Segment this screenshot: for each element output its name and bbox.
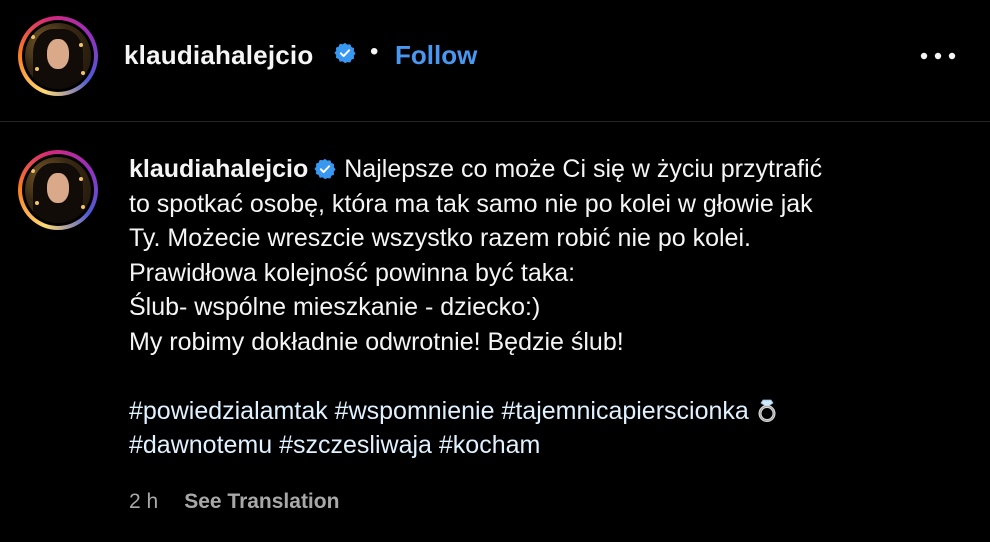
hashtags-line-2: #dawnotemu #szczesliwaja #kocham — [129, 428, 949, 463]
hashtag-link[interactable]: #szczesliwaja — [279, 431, 432, 459]
hashtag-link[interactable]: #wspomnienie — [335, 397, 495, 425]
caption-line-6: My robimy dokładnie odwrotnie! Będzie śl… — [129, 327, 624, 356]
verified-badge-icon — [334, 42, 356, 64]
hashtag-link[interactable]: #tajemnicapierscionka — [501, 397, 748, 425]
caption-avatar-story-ring[interactable] — [18, 150, 98, 230]
avatar — [25, 157, 91, 223]
caption-text: klaudiahalejcio Najlepsze co może Ci się … — [129, 152, 949, 463]
caption-username[interactable]: klaudiahalejcio — [129, 155, 308, 183]
follow-button[interactable]: Follow — [395, 40, 477, 71]
caption-line-3: Ty. Możecie wreszcie wszystko razem robi… — [129, 224, 751, 252]
hashtag-link[interactable]: #kocham — [439, 431, 540, 459]
ring-emoji-icon — [758, 399, 776, 422]
hashtag-link[interactable]: #dawnotemu — [129, 431, 272, 459]
verified-badge-icon — [314, 158, 336, 180]
header-divider — [0, 121, 990, 122]
caption-line-4: Prawidłowa kolejność powinna być taka: — [129, 258, 576, 287]
avatar — [25, 23, 91, 89]
more-options-icon[interactable] — [918, 44, 958, 68]
caption-line-2: to spotkać osobę, która ma tak samo nie … — [129, 189, 813, 218]
caption-line-5: Ślub- wspólne mieszkanie - dziecko:) — [129, 293, 541, 321]
timestamp[interactable]: 2 h — [129, 490, 158, 514]
hashtag-link[interactable]: #powiedzialamtak — [129, 397, 328, 425]
header-separator: • — [370, 38, 379, 65]
post-header: klaudiahalejcio • Follow — [0, 0, 990, 112]
caption-meta: 2 h See Translation — [129, 490, 339, 514]
hashtags-line-1: #powiedzialamtak #wspomnienie #tajemnica… — [129, 394, 949, 429]
header-username[interactable]: klaudiahalejcio — [124, 40, 313, 71]
caption-line-1: Najlepsze co może Ci się w życiu przytra… — [344, 155, 823, 183]
see-translation-button[interactable]: See Translation — [184, 490, 339, 514]
profile-avatar-story-ring[interactable] — [18, 16, 98, 96]
